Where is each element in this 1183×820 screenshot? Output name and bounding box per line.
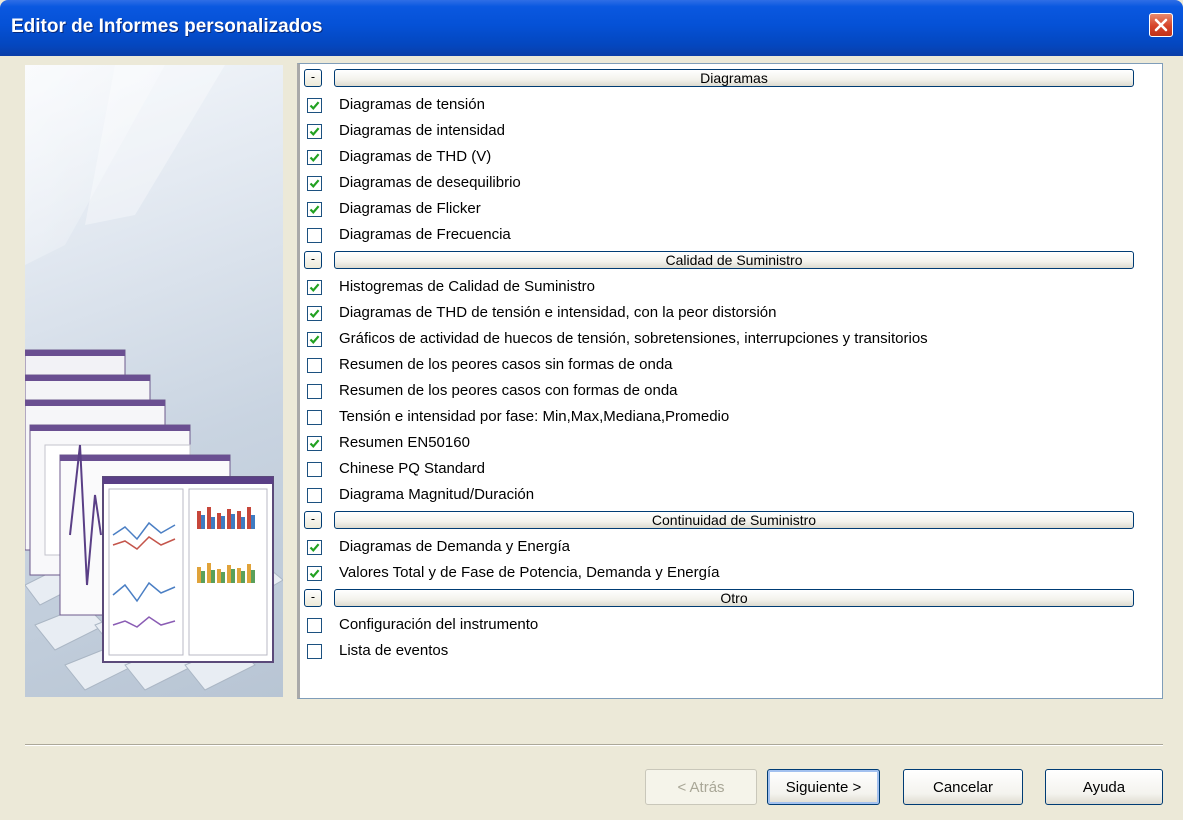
report-item-label: Resumen de los peores casos sin formas d… — [339, 356, 673, 373]
report-checkbox[interactable] — [307, 228, 322, 243]
checkmark-icon — [309, 335, 320, 345]
report-item[interactable]: Resumen de los peores casos sin formas d… — [307, 354, 1147, 380]
report-checkbox[interactable] — [307, 384, 322, 399]
close-button[interactable] — [1149, 13, 1173, 37]
report-item-label: Diagramas de intensidad — [339, 122, 505, 139]
report-checkbox[interactable] — [307, 566, 322, 581]
report-item[interactable]: Diagramas de tensión — [307, 94, 1147, 120]
checkmark-icon — [309, 153, 320, 163]
report-item-label: Diagramas de Demanda y Energía — [339, 538, 570, 555]
report-item[interactable]: Diagramas de desequilibrio — [307, 172, 1147, 198]
collapse-button[interactable]: - — [304, 511, 322, 529]
bottom-separator — [25, 744, 1163, 746]
report-checkbox[interactable] — [307, 332, 322, 347]
checkmark-icon — [309, 439, 320, 449]
checkmark-icon — [309, 179, 320, 189]
wizard-illustration — [25, 65, 283, 697]
checkmark-icon — [309, 569, 320, 579]
section-header-row: - Diagramas — [304, 68, 1134, 88]
section-header-row: - Calidad de Suministro — [304, 250, 1134, 270]
help-button[interactable]: Ayuda — [1045, 769, 1163, 805]
report-item[interactable]: Configuración del instrumento — [307, 614, 1147, 640]
report-checkbox[interactable] — [307, 358, 322, 373]
report-checkbox[interactable] — [307, 436, 322, 451]
back-button[interactable]: < Atrás — [645, 769, 757, 805]
checkmark-icon — [309, 127, 320, 137]
report-checkbox[interactable] — [307, 462, 322, 477]
report-item-label: Histogremas de Calidad de Suministro — [339, 278, 595, 295]
report-item-label: Diagrama Magnitud/Duración — [339, 486, 535, 503]
report-item[interactable]: Diagramas de THD de tensión e intensidad… — [307, 302, 1147, 328]
report-item-label: Diagramas de desequilibrio — [339, 174, 521, 191]
report-item[interactable]: Diagramas de Frecuencia — [307, 224, 1147, 250]
report-checkbox[interactable] — [307, 124, 322, 139]
report-item-label: Diagramas de Flicker — [339, 200, 481, 217]
report-checkbox[interactable] — [307, 488, 322, 503]
report-item[interactable]: Valores Total y de Fase de Potencia, Dem… — [307, 562, 1147, 588]
collapse-button[interactable]: - — [304, 69, 322, 87]
checkmark-icon — [309, 543, 320, 553]
report-item-label: Gráficos de actividad de huecos de tensi… — [339, 330, 928, 347]
report-checkbox[interactable] — [307, 280, 322, 295]
report-item-label: Diagramas de tensión — [339, 96, 485, 113]
report-item[interactable]: Histogremas de Calidad de Suministro — [307, 276, 1147, 302]
report-item[interactable]: Tensión e intensidad por fase: Min,Max,M… — [307, 406, 1147, 432]
title-bar[interactable]: Editor de Informes personalizados — [0, 0, 1183, 56]
report-checkbox[interactable] — [307, 618, 322, 633]
section-title[interactable]: Calidad de Suministro — [334, 251, 1134, 269]
checkmark-icon — [309, 205, 320, 215]
report-item[interactable]: Diagrama Magnitud/Duración — [307, 484, 1147, 510]
report-checkbox[interactable] — [307, 98, 322, 113]
report-pages-illustration — [25, 65, 283, 691]
report-item-label: Diagramas de Frecuencia — [339, 226, 511, 243]
close-icon — [1154, 18, 1168, 32]
report-checkbox[interactable] — [307, 410, 322, 425]
next-button[interactable]: Siguiente > — [767, 769, 880, 805]
report-item-label: Resumen de los peores casos con formas d… — [339, 382, 678, 399]
report-item-label: Diagramas de THD de tensión e intensidad… — [339, 304, 777, 321]
report-item-label: Valores Total y de Fase de Potencia, Dem… — [339, 564, 720, 581]
checkmark-icon — [309, 283, 320, 293]
report-checkbox[interactable] — [307, 150, 322, 165]
report-checkbox[interactable] — [307, 306, 322, 321]
collapse-button[interactable]: - — [304, 251, 322, 269]
report-item[interactable]: Diagramas de Demanda y Energía — [307, 536, 1147, 562]
report-options-list[interactable]: - Diagramas Diagramas de tensión Diagramas … — [297, 63, 1163, 699]
report-checkbox[interactable] — [307, 644, 322, 659]
report-checkbox[interactable] — [307, 202, 322, 217]
report-item[interactable]: Lista de eventos — [307, 640, 1147, 666]
report-item[interactable]: Chinese PQ Standard — [307, 458, 1147, 484]
report-item-label: Configuración del instrumento — [339, 616, 539, 633]
section-title[interactable]: Otro — [334, 589, 1134, 607]
report-item-label: Lista de eventos — [339, 642, 449, 659]
report-item-label: Chinese PQ Standard — [339, 460, 485, 477]
report-item-label: Diagramas de THD (V) — [339, 148, 492, 165]
checkmark-icon — [309, 309, 320, 319]
report-item[interactable]: Diagramas de Flicker — [307, 198, 1147, 224]
report-checkbox[interactable] — [307, 176, 322, 191]
window-title: Editor de Informes personalizados — [11, 16, 323, 37]
collapse-button[interactable]: - — [304, 589, 322, 607]
cancel-button[interactable]: Cancelar — [903, 769, 1023, 805]
report-item[interactable]: Diagramas de intensidad — [307, 120, 1147, 146]
report-item[interactable]: Resumen EN50160 — [307, 432, 1147, 458]
report-item-label: Tensión e intensidad por fase: Min,Max,M… — [339, 408, 730, 425]
section-title[interactable]: Continuidad de Suministro — [334, 511, 1134, 529]
section-header-row: - Otro — [304, 588, 1134, 608]
section-header-row: - Continuidad de Suministro — [304, 510, 1134, 530]
report-item[interactable]: Resumen de los peores casos con formas d… — [307, 380, 1147, 406]
checkmark-icon — [309, 101, 320, 111]
section-title[interactable]: Diagramas — [334, 69, 1134, 87]
report-item[interactable]: Gráficos de actividad de huecos de tensi… — [307, 328, 1147, 354]
report-checkbox[interactable] — [307, 540, 322, 555]
report-item-label: Resumen EN50160 — [339, 434, 470, 451]
report-item[interactable]: Diagramas de THD (V) — [307, 146, 1147, 172]
